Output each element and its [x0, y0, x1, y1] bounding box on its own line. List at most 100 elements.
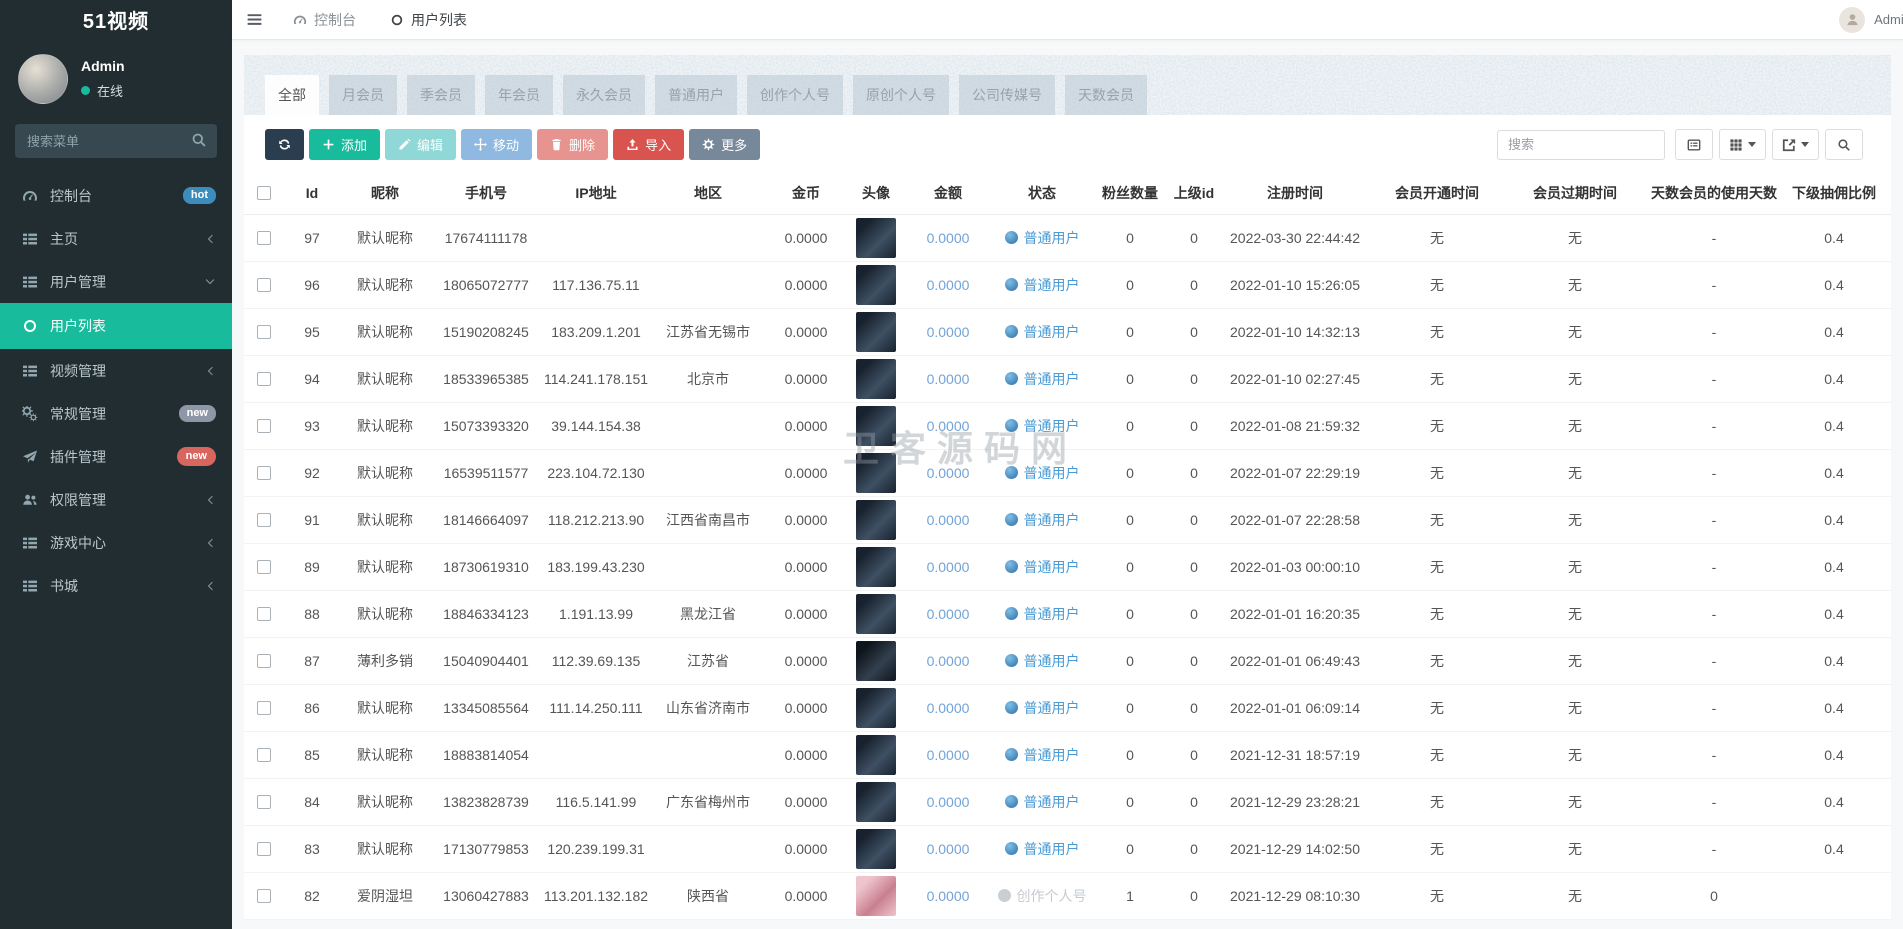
amount-link[interactable]: 0.0000 [927, 559, 970, 575]
row-checkbox[interactable] [257, 747, 271, 762]
avatar-cell [846, 261, 906, 309]
sidebar-item-home[interactable]: 主页 [0, 217, 232, 260]
sidebar-item-book-city[interactable]: 书城 [0, 564, 232, 607]
status-badge: 普通用户 [1004, 463, 1080, 483]
sidebar-item-user-list[interactable]: 用户列表 [0, 303, 232, 349]
detail-view-button[interactable] [1675, 129, 1713, 160]
amount-link[interactable]: 0.0000 [927, 747, 970, 763]
coins-cell: 0.0000 [766, 214, 846, 262]
status-icon [1004, 748, 1018, 761]
nickname-cell: 默认昵称 [340, 402, 430, 450]
vip-open-cell: 无 [1368, 449, 1506, 497]
sidebar-item-user-mgmt[interactable]: 用户管理 [0, 260, 232, 303]
sidebar-search-input[interactable] [15, 124, 217, 158]
row-checkbox[interactable] [257, 465, 271, 480]
amount-link[interactable]: 0.0000 [927, 794, 970, 810]
row-checkbox[interactable] [257, 841, 271, 856]
row-checkbox[interactable] [257, 324, 271, 339]
amount-link[interactable]: 0.0000 [927, 465, 970, 481]
filter-tab-5[interactable]: 普通用户 [655, 75, 737, 115]
more-button[interactable]: 更多 [689, 129, 761, 160]
amount-link[interactable]: 0.0000 [927, 700, 970, 716]
sidebar-item-plugin-mgmt[interactable]: 插件管理 new [0, 435, 232, 478]
row-checkbox[interactable] [257, 794, 271, 809]
parent-id-cell: 0 [1166, 543, 1222, 591]
checkbox-cell [244, 637, 284, 685]
search-icon[interactable] [190, 132, 208, 150]
sidebar-item-game-center[interactable]: 游戏中心 [0, 521, 232, 564]
filter-tab-3[interactable]: 年会员 [485, 75, 553, 115]
region-cell: 北京市 [650, 355, 766, 403]
reg-time-cell: 2022-01-07 22:29:19 [1222, 449, 1368, 497]
avatar-cell [846, 402, 906, 450]
sidebar-item-perm-mgmt[interactable]: 权限管理 [0, 478, 232, 521]
hamburger-icon[interactable] [232, 0, 276, 39]
filter-tab-2[interactable]: 季会员 [407, 75, 475, 115]
vip-expire-cell: 无 [1506, 449, 1644, 497]
filter-tab-9[interactable]: 天数会员 [1065, 75, 1147, 115]
row-checkbox[interactable] [257, 559, 271, 574]
row-checkbox[interactable] [257, 277, 271, 292]
checkbox-cell [244, 543, 284, 591]
search-button[interactable] [1825, 129, 1863, 160]
row-checkbox[interactable] [257, 512, 271, 527]
vip-expire-cell: 无 [1506, 261, 1644, 309]
nav-user-list-tab[interactable]: 用户列表 [373, 0, 484, 39]
filter-tab-1[interactable]: 月会员 [329, 75, 397, 115]
column-header-0: Id [284, 172, 340, 215]
pencil-icon [398, 138, 411, 151]
filter-tab-0[interactable]: 全部 [265, 75, 319, 115]
filter-tab-4[interactable]: 永久会员 [563, 75, 645, 115]
amount-link[interactable]: 0.0000 [927, 653, 970, 669]
amount-link[interactable]: 0.0000 [927, 606, 970, 622]
amount-link[interactable]: 0.0000 [927, 324, 970, 340]
status-badge: 普通用户 [1004, 322, 1080, 342]
row-checkbox[interactable] [257, 888, 271, 903]
amount-link[interactable]: 0.0000 [927, 841, 970, 857]
parent-id-cell: 0 [1166, 684, 1222, 732]
filter-tab-6[interactable]: 创作个人号 [747, 75, 843, 115]
sidebar-item-console[interactable]: 控制台 hot [0, 174, 232, 217]
row-checkbox[interactable] [257, 371, 271, 386]
reg-time-cell: 2022-01-07 22:28:58 [1222, 496, 1368, 544]
coins-cell: 0.0000 [766, 355, 846, 403]
delete-button[interactable]: 删除 [537, 129, 609, 160]
stop-cell [1884, 590, 1891, 638]
row-checkbox[interactable] [257, 700, 271, 715]
nickname-cell: 爱阴湿坦 [340, 872, 430, 920]
status-cell: 普通用户 [990, 449, 1094, 497]
coins-cell: 0.0000 [766, 308, 846, 356]
edit-button[interactable]: 编辑 [385, 129, 457, 160]
avatar [856, 358, 896, 399]
column-header-12: 会员开通时间 [1368, 172, 1506, 215]
amount-link[interactable]: 0.0000 [927, 371, 970, 387]
amount-link[interactable]: 0.0000 [927, 230, 970, 246]
filter-tab-8[interactable]: 公司传媒号 [959, 75, 1055, 115]
export-button[interactable] [1772, 129, 1819, 160]
row-checkbox[interactable] [257, 653, 271, 668]
sidebar-item-video-mgmt[interactable]: 视频管理 [0, 349, 232, 392]
parent-id-cell: 0 [1166, 214, 1222, 262]
row-checkbox[interactable] [257, 230, 271, 245]
badge-new: new [178, 405, 216, 422]
nav-console-tab[interactable]: 控制台 [276, 0, 373, 39]
row-checkbox[interactable] [257, 418, 271, 433]
amount-cell: 0.0000 [906, 684, 990, 732]
row-checkbox[interactable] [257, 606, 271, 621]
amount-link[interactable]: 0.0000 [927, 277, 970, 293]
refresh-button[interactable] [265, 129, 304, 160]
sidebar-item-general-mgmt[interactable]: 常规管理 new [0, 392, 232, 435]
table-search-input[interactable] [1497, 129, 1665, 160]
admin-avatar[interactable] [1839, 6, 1866, 33]
move-button[interactable]: 移动 [461, 129, 533, 160]
amount-link[interactable]: 0.0000 [927, 418, 970, 434]
amount-link[interactable]: 0.0000 [927, 888, 970, 904]
import-button[interactable]: 导入 [613, 129, 685, 160]
columns-button[interactable] [1719, 129, 1766, 160]
status-badge: 创作个人号 [997, 886, 1087, 906]
add-button[interactable]: 添加 [309, 129, 381, 160]
amount-link[interactable]: 0.0000 [927, 512, 970, 528]
avatar [856, 593, 896, 634]
filter-tab-7[interactable]: 原创个人号 [853, 75, 949, 115]
select-all-checkbox[interactable] [257, 185, 271, 200]
